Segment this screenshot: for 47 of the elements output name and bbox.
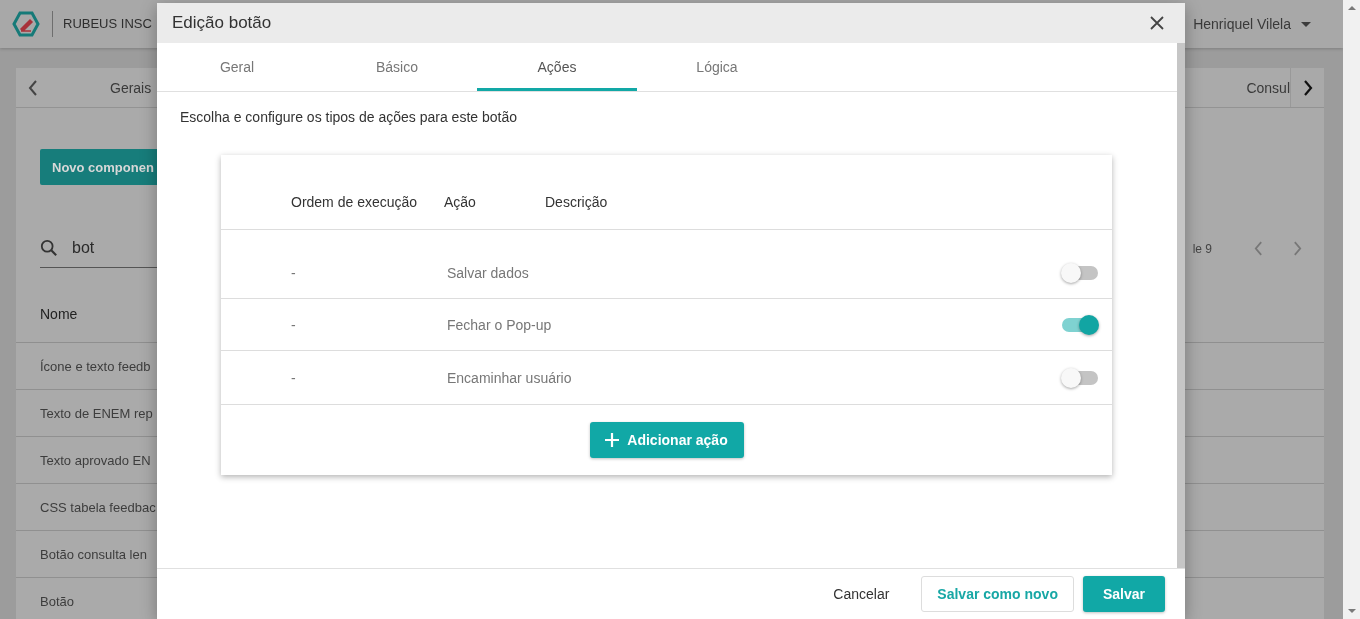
column-header: Nome (40, 306, 78, 322)
chevron-left-icon[interactable] (28, 79, 38, 96)
table-cell: Botão consulta len (40, 546, 147, 562)
cancel-button[interactable]: Cancelar (818, 576, 905, 612)
chevron-left-icon[interactable] (1254, 241, 1263, 256)
add-action-button[interactable]: Adicionar ação (589, 422, 744, 458)
plus-icon (605, 433, 620, 447)
column-header: Ação (444, 194, 477, 210)
tab[interactable]: Básico (317, 43, 477, 91)
column-header: Descrição (545, 194, 608, 210)
description-text: Escolha e configure os tipos de ações para este botão (180, 109, 518, 125)
scrollbar[interactable] (1177, 43, 1185, 568)
tab[interactable]: Geral (157, 43, 317, 91)
save-button[interactable]: Salvar (1082, 576, 1165, 612)
caret-icon[interactable] (1301, 21, 1311, 27)
column-header: Ordem de execução (291, 194, 419, 210)
page-count: le 9 (1192, 241, 1212, 256)
tab[interactable]: Lógica (637, 43, 797, 91)
scrollbar[interactable] (1343, 0, 1360, 619)
user-name[interactable]: Henriquel Vilela (1193, 16, 1291, 32)
toggle-switch[interactable] (1062, 317, 1098, 332)
table-cell: CSS tabela feedbac (40, 499, 156, 515)
save-as-new-button[interactable]: Salvar como novo (921, 576, 1074, 612)
table-cell: Ícone e texto feedb (40, 358, 151, 374)
tab[interactable]: Ações (477, 43, 637, 91)
search-icon (40, 239, 58, 257)
scroll-up-icon[interactable] (1347, 6, 1356, 10)
toggle-switch[interactable] (1062, 370, 1098, 385)
close-icon[interactable] (1150, 16, 1164, 30)
table-cell-text: - (291, 316, 297, 333)
table-cell-text: - (291, 369, 297, 386)
tab[interactable]: Consul (1246, 79, 1290, 96)
toggle-switch[interactable] (1062, 266, 1098, 280)
logo-icon (12, 10, 40, 38)
scroll-down-icon[interactable] (1347, 609, 1356, 613)
brand-name: RUBEUS INSC (52, 11, 152, 37)
table-cell: Botão (40, 593, 74, 609)
chevron-right-icon (1302, 79, 1313, 96)
chevron-right-icon[interactable] (1293, 241, 1302, 256)
table-cell-text: - (291, 265, 297, 281)
table-cell: Texto aprovado EN (40, 452, 151, 468)
table-cell: Encaminhar usuário (447, 369, 572, 386)
table-cell: Fechar o Pop-up (447, 316, 552, 333)
table-cell: Texto de ENEM rep (40, 405, 153, 421)
dialog-title: Edição botão (172, 13, 272, 33)
tab[interactable]: Gerais (110, 79, 152, 96)
table-cell: Salvar dados (447, 265, 529, 281)
